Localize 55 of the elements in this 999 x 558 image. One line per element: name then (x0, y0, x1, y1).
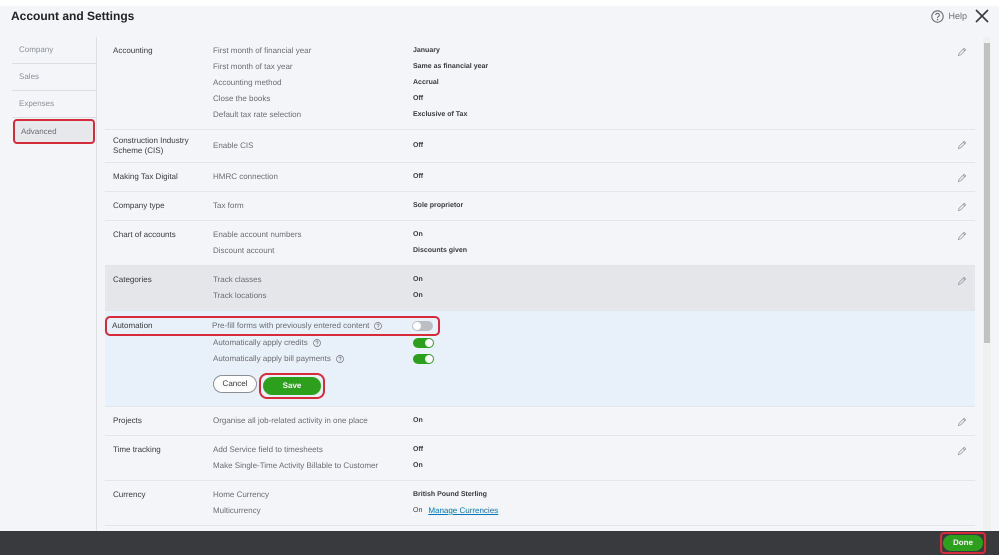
setting-label: Multicurrency (213, 505, 261, 517)
section-title: Currency (113, 490, 146, 500)
setting-label: First month of financial year (213, 45, 312, 57)
manage-currencies-link[interactable]: Manage Currencies (428, 505, 498, 517)
section-title: Company type (113, 201, 166, 211)
help-icon[interactable] (312, 339, 321, 347)
edit-icon[interactable] (957, 202, 967, 212)
edit-icon[interactable] (957, 231, 967, 241)
sidebar-item[interactable]: Advanced (14, 120, 94, 143)
scrollbar[interactable] (983, 37, 991, 531)
save-button[interactable]: Save (263, 377, 321, 395)
setting-label: Track classes (213, 274, 262, 286)
section-title: Categories (113, 275, 153, 285)
done-button[interactable]: Done (943, 535, 983, 551)
help-icon (931, 10, 944, 24)
setting-label: Home Currency (213, 489, 270, 501)
setting-label: Tax form (213, 200, 244, 212)
window-title: Account and Settings (11, 8, 134, 25)
section-title: Chart of accounts (113, 230, 177, 240)
section-title: Construction Industry Scheme (CIS) (113, 136, 190, 156)
edit-icon[interactable] (957, 417, 967, 427)
toggle-switch[interactable] (412, 321, 433, 331)
section-title: Projects (113, 416, 143, 426)
setting-label: Enable account numbers (213, 229, 302, 241)
help-button[interactable]: Help (931, 10, 967, 24)
edit-icon[interactable] (957, 47, 967, 57)
setting-label: Add Service field to timesheets (213, 444, 323, 456)
setting-label: Make Single-Time Activity Billable to Customer (213, 460, 378, 472)
cancel-button[interactable]: Cancel (213, 375, 257, 393)
section-title: Automation (112, 321, 154, 331)
section-title: Making Tax Digital (113, 172, 179, 182)
setting-label: Track locations (213, 290, 266, 302)
setting-label: Automatically apply credits (213, 337, 308, 349)
toggle-switch[interactable] (413, 354, 434, 364)
setting-label: Discount account (213, 245, 274, 257)
setting-label: Automatically apply bill payments (213, 353, 331, 365)
setting-label: Accounting method (213, 77, 282, 89)
close-icon (975, 9, 989, 23)
setting-label: HMRC connection (213, 171, 278, 183)
help-icon[interactable] (336, 355, 344, 363)
setting-label: Organise all job-related activity in one place (213, 415, 368, 427)
close-button[interactable] (975, 9, 989, 23)
section-title: Time tracking (113, 445, 162, 455)
help-icon[interactable] (374, 322, 382, 330)
edit-icon[interactable] (957, 173, 967, 183)
setting-label: Pre-fill forms with previously entered content (212, 320, 370, 332)
edit-icon[interactable] (957, 276, 967, 286)
setting-label: First month of tax year (213, 61, 293, 73)
setting-label: Default tax rate selection (213, 109, 302, 121)
toggle-switch[interactable] (413, 338, 434, 348)
setting-label: Close the books (213, 93, 270, 105)
edit-icon[interactable] (957, 140, 967, 150)
section-title: Accounting (113, 46, 154, 56)
edit-icon[interactable] (957, 446, 967, 456)
setting-label: Enable CIS (213, 140, 254, 152)
